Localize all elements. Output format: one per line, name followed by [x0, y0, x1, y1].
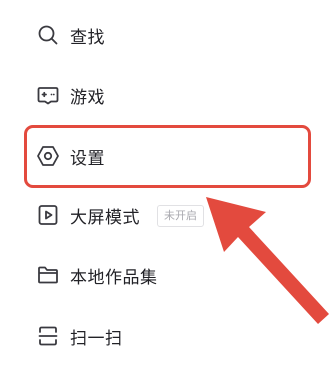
menu-item-label: 游戏 [70, 87, 105, 108]
menu-item-label: 设置 [70, 148, 105, 169]
side-menu: 查找 游戏 设置 大屏模式 未开启 本地作品集 扫一扫 [0, 0, 336, 376]
menu-item-label: 查找 [70, 27, 105, 48]
search-icon [36, 23, 60, 47]
menu-item-local-collection[interactable]: 本地作品集 [0, 247, 320, 303]
settings-icon [36, 144, 60, 168]
scan-icon [36, 324, 60, 348]
status-badge: 未开启 [157, 205, 204, 227]
play-screen-icon [36, 203, 60, 227]
menu-item-settings[interactable]: 设置 [0, 128, 320, 184]
folder-icon [36, 263, 60, 287]
gamepad-icon [36, 83, 60, 107]
menu-item-label: 扫一扫 [70, 328, 123, 349]
menu-item-label: 本地作品集 [70, 267, 158, 288]
menu-item-games[interactable]: 游戏 [0, 67, 320, 123]
menu-item-search[interactable]: 查找 [0, 7, 320, 63]
menu-item-label: 大屏模式 [70, 207, 140, 228]
menu-item-scan[interactable]: 扫一扫 [0, 308, 320, 364]
